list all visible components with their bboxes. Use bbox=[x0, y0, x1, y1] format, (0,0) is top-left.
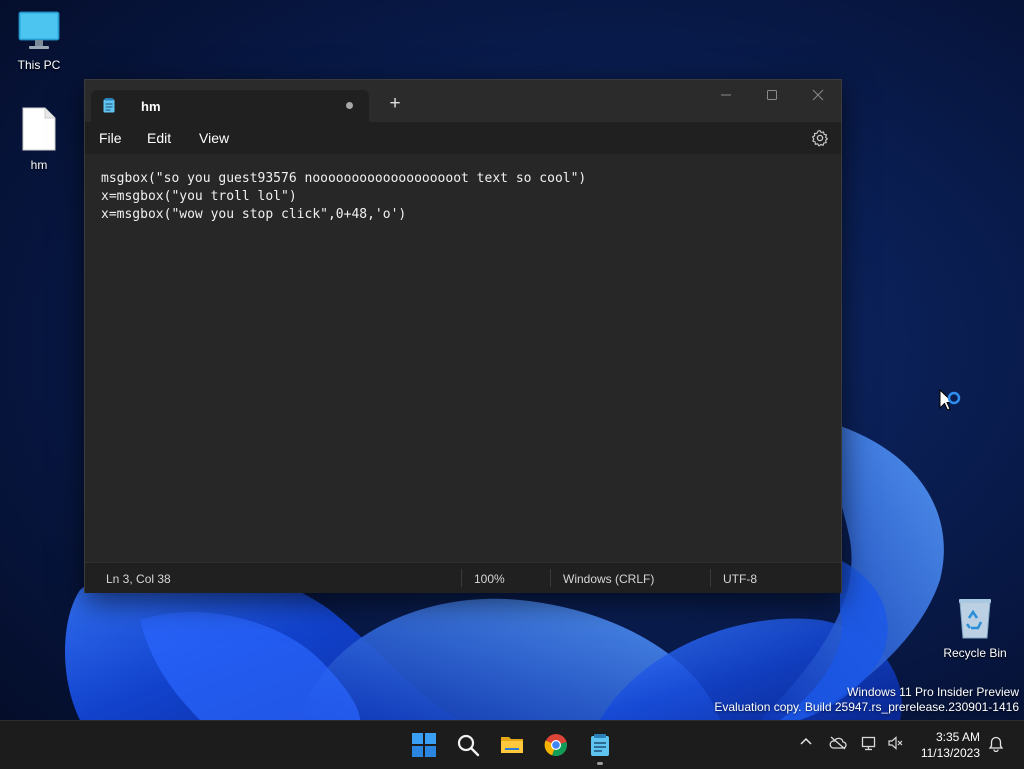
maximize-icon bbox=[767, 90, 777, 100]
desktop-icon-label: hm bbox=[30, 158, 48, 172]
recycle-bin-icon bbox=[959, 599, 991, 639]
file-explorer-button[interactable] bbox=[496, 729, 528, 761]
new-tab-button[interactable]: + bbox=[385, 94, 405, 113]
onedrive-offline-icon[interactable] bbox=[829, 736, 847, 750]
status-line-ending: Windows (CRLF) bbox=[563, 572, 655, 586]
file-icon bbox=[22, 107, 56, 151]
chrome-button[interactable] bbox=[540, 729, 572, 761]
title-bar[interactable]: hm + bbox=[85, 80, 841, 122]
desktop-icon-label: This PC bbox=[17, 58, 61, 72]
taskbar: 3:35 AM 11/13/2023 bbox=[0, 720, 1024, 769]
search-icon bbox=[457, 734, 480, 757]
chrome-icon bbox=[544, 734, 567, 757]
code-line: x=msgbox("wow you stop click",0+48,'o') bbox=[101, 207, 407, 222]
network-icon[interactable] bbox=[861, 735, 877, 751]
status-divider bbox=[710, 569, 711, 587]
maximize-button[interactable] bbox=[749, 80, 795, 110]
editor-content: msgbox("so you guest93576 nooooooooooooo… bbox=[101, 170, 586, 224]
start-icon bbox=[412, 733, 436, 757]
mouse-busy-cursor-icon bbox=[939, 389, 961, 411]
menu-file[interactable]: File bbox=[99, 130, 122, 146]
code-line: x=msgbox("you troll lol") bbox=[101, 189, 297, 204]
notepad-icon bbox=[591, 734, 609, 756]
minimize-button[interactable] bbox=[703, 80, 749, 110]
menu-bar: File Edit View bbox=[85, 122, 841, 154]
menu-view[interactable]: View bbox=[199, 130, 229, 146]
tab-title: hm bbox=[141, 99, 161, 114]
code-line: msgbox("so you guest93576 nooooooooooooo… bbox=[101, 171, 587, 186]
status-zoom: 100% bbox=[474, 572, 505, 586]
minimize-icon bbox=[721, 94, 731, 96]
desktop-icon-label: Recycle Bin bbox=[943, 646, 1007, 660]
desktop-icon-hm-file[interactable]: hm bbox=[4, 106, 74, 172]
volume-muted-icon[interactable] bbox=[887, 735, 903, 751]
unsaved-dot-icon[interactable] bbox=[346, 102, 353, 109]
start-button[interactable] bbox=[408, 729, 440, 761]
file-explorer-icon bbox=[501, 737, 523, 753]
close-button[interactable] bbox=[795, 80, 841, 110]
close-icon bbox=[812, 89, 824, 101]
system-clock[interactable]: 3:35 AM 11/13/2023 bbox=[921, 729, 980, 761]
chevron-up-icon[interactable] bbox=[799, 735, 813, 749]
desktop-icon-recycle-bin[interactable]: Recycle Bin bbox=[940, 596, 1010, 660]
watermark-line: Windows 11 Pro Insider Preview bbox=[847, 685, 1019, 699]
search-button[interactable] bbox=[452, 729, 484, 761]
desktop-icon-this-pc[interactable]: This PC bbox=[4, 10, 74, 72]
settings-gear-icon[interactable] bbox=[811, 129, 829, 147]
status-divider bbox=[550, 569, 551, 587]
text-editor[interactable]: msgbox("so you guest93576 nooooooooooooo… bbox=[85, 154, 841, 562]
notepad-taskbar-button[interactable] bbox=[584, 729, 616, 765]
status-cursor-position: Ln 3, Col 38 bbox=[106, 572, 171, 586]
evaluation-watermark: Windows 11 Pro Insider Preview Evaluatio… bbox=[714, 685, 1019, 715]
notepad-window: hm + File Edit View msgbox("so you guest… bbox=[84, 79, 842, 593]
status-bar: Ln 3, Col 38 100% Windows (CRLF) UTF-8 bbox=[85, 562, 841, 593]
tab-hm[interactable]: hm bbox=[91, 90, 369, 122]
menu-edit[interactable]: Edit bbox=[147, 130, 171, 146]
clock-date: 11/13/2023 bbox=[920, 746, 980, 760]
notepad-icon bbox=[103, 98, 115, 113]
active-app-indicator bbox=[597, 762, 603, 765]
clock-time: 3:35 AM bbox=[935, 730, 980, 744]
watermark-line: Evaluation copy. Build 25947.rs_prerelea… bbox=[714, 700, 1019, 714]
status-encoding: UTF-8 bbox=[723, 572, 757, 586]
monitor-icon bbox=[18, 11, 60, 49]
status-divider bbox=[461, 569, 462, 587]
notification-bell-icon[interactable] bbox=[989, 736, 1003, 752]
